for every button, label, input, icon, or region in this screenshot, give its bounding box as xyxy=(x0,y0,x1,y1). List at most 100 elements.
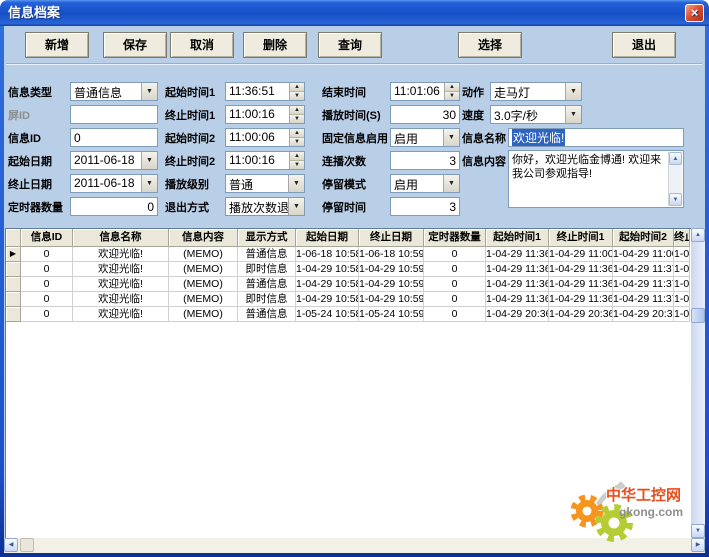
query-button[interactable]: 查询 xyxy=(318,32,382,58)
scroll-up-icon[interactable]: ▲ xyxy=(669,152,682,165)
grid-cell[interactable]: 欢迎光临! xyxy=(73,247,169,262)
spin-up-icon[interactable]: ▲ xyxy=(290,106,304,115)
grid-cell[interactable]: 1-04-29 10:58 xyxy=(296,277,359,292)
grid-header-cell[interactable]: 起始日期 xyxy=(296,229,359,247)
grid-cell[interactable]: 1-04-29 10:58 xyxy=(296,262,359,277)
grid-cell[interactable]: 1-06-18 10:59 xyxy=(359,247,424,262)
grid-cell[interactable]: 欢迎光临! xyxy=(73,262,169,277)
grid-cell[interactable]: 普通信息 xyxy=(238,307,296,322)
grid-cell[interactable]: 1-04-29 11:36 xyxy=(486,277,549,292)
grid-cell[interactable]: 0 xyxy=(21,307,73,322)
row-selector-cell[interactable] xyxy=(6,262,21,277)
row-selector-cell[interactable] xyxy=(6,307,21,322)
stay-mode-combo[interactable]: 启用 ▼ xyxy=(390,174,460,193)
chevron-down-icon[interactable]: ▼ xyxy=(141,152,157,169)
grid-header-cell[interactable]: 终止日期 xyxy=(359,229,424,247)
grid-cell[interactable]: 1-04 xyxy=(674,277,690,292)
grid-cell[interactable]: 1-04 xyxy=(674,247,690,262)
grid-row[interactable]: ▶0欢迎光临!(MEMO)普通信息1-06-18 10:581-06-18 10… xyxy=(6,247,691,262)
spin-up-icon[interactable]: ▲ xyxy=(290,83,304,92)
select-button[interactable]: 选择 xyxy=(458,32,522,58)
stop-time1-spinner[interactable]: 11:00:16 ▲▼ xyxy=(225,105,305,124)
spin-up-icon[interactable]: ▲ xyxy=(290,152,304,161)
grid-cell[interactable]: 普通信息 xyxy=(238,277,296,292)
grid-cell[interactable]: 1-04-29 11:00 xyxy=(549,247,613,262)
grid-cell[interactable]: 1-04-29 11:36 xyxy=(486,247,549,262)
delete-button[interactable]: 删除 xyxy=(243,32,307,58)
start-time2-spinner[interactable]: 11:00:06 ▲▼ xyxy=(225,128,305,147)
grid-header-cell[interactable]: 显示方式 xyxy=(238,229,296,247)
grid-row[interactable]: 0欢迎光临!(MEMO)普通信息1-04-29 10:581-04-29 10:… xyxy=(6,277,691,292)
scroll-left-icon[interactable]: ◀ xyxy=(4,538,18,552)
end-date-combo[interactable]: 2011-06-18 ▼ xyxy=(70,174,158,193)
grid-header-cell[interactable]: 信息ID xyxy=(21,229,73,247)
spin-down-icon[interactable]: ▼ xyxy=(445,92,459,100)
chevron-down-icon[interactable]: ▼ xyxy=(288,198,304,215)
info-type-combo[interactable]: 普通信息 ▼ xyxy=(70,82,158,101)
grid-cell[interactable]: 1-04-29 11:36 xyxy=(486,292,549,307)
grid-cell[interactable]: 0 xyxy=(424,262,486,277)
stay-time-field[interactable]: 3 xyxy=(390,197,460,216)
exit-mode-combo[interactable]: 播放次数退出 ▼ xyxy=(225,197,305,216)
grid-row[interactable]: 0欢迎光临!(MEMO)即时信息1-04-29 10:581-04-29 10:… xyxy=(6,262,691,277)
start-date-combo[interactable]: 2011-06-18 ▼ xyxy=(70,151,158,170)
stop-time2-spinner[interactable]: 11:00:16 ▲▼ xyxy=(225,151,305,170)
grid-cell[interactable]: 1-04-29 10:59 xyxy=(359,292,424,307)
close-icon[interactable]: × xyxy=(685,4,704,22)
grid-cell[interactable]: 1-06-18 10:58 xyxy=(296,247,359,262)
screen-id-field[interactable] xyxy=(70,105,158,124)
grid-cell[interactable]: 普通信息 xyxy=(238,247,296,262)
grid-cell[interactable]: 1-04-29 20:36 xyxy=(486,307,549,322)
grid-row[interactable]: 0欢迎光临!(MEMO)普通信息1-05-24 10:581-05-24 10:… xyxy=(6,307,691,322)
grid-cell[interactable]: (MEMO) xyxy=(169,292,238,307)
grid-cell[interactable]: 1-04-29 10:59 xyxy=(359,277,424,292)
cancel-button[interactable]: 取消 xyxy=(170,32,234,58)
grid-header-cell[interactable]: 信息名称 xyxy=(73,229,169,247)
grid-cell[interactable]: 1-04-29 10:59 xyxy=(359,262,424,277)
new-button[interactable]: 新增 xyxy=(25,32,89,58)
spin-down-icon[interactable]: ▼ xyxy=(290,161,304,169)
grid-header-cell[interactable]: 信息内容 xyxy=(169,229,238,247)
title-bar[interactable]: 信息档案 × xyxy=(0,0,709,26)
grid-cell[interactable]: 1-04-29 11:37 xyxy=(613,262,674,277)
grid-cell[interactable]: 1-04-29 11:00 xyxy=(613,247,674,262)
grid-cell[interactable]: 1-04-29 11:37 xyxy=(613,292,674,307)
spin-down-icon[interactable]: ▼ xyxy=(290,92,304,100)
grid-header-cell[interactable]: 起始时间1 xyxy=(486,229,549,247)
info-content-textarea[interactable]: 你好，欢迎光临金博通! 欢迎来我公司参观指导! ▲ ▼ xyxy=(508,150,684,208)
grid-cell[interactable]: 欢迎光临! xyxy=(73,292,169,307)
grid-header-cell[interactable]: 终止时间1 xyxy=(549,229,613,247)
grid-cell[interactable]: 0 xyxy=(424,307,486,322)
chevron-down-icon[interactable]: ▼ xyxy=(443,175,459,192)
grid-cell[interactable]: 1-04 xyxy=(674,262,690,277)
fixed-info-enable-combo[interactable]: 启用 ▼ xyxy=(390,128,460,147)
grid-cell[interactable]: 1-05-24 10:59 xyxy=(359,307,424,322)
grid-cell[interactable]: (MEMO) xyxy=(169,277,238,292)
textarea-scrollbar[interactable]: ▲ ▼ xyxy=(668,152,682,206)
grid-cell[interactable]: 0 xyxy=(21,247,73,262)
timer-count-field[interactable]: 0 xyxy=(70,197,158,216)
chevron-down-icon[interactable]: ▼ xyxy=(288,175,304,192)
row-selector-cell[interactable] xyxy=(6,292,21,307)
grid-cell[interactable]: 即时信息 xyxy=(238,262,296,277)
grid-cell[interactable]: 欢迎光临! xyxy=(73,307,169,322)
grid-cell[interactable]: 0 xyxy=(21,262,73,277)
exit-button[interactable]: 退出 xyxy=(612,32,676,58)
grid-cell[interactable]: (MEMO) xyxy=(169,262,238,277)
grid-header-cell[interactable]: 定时器数量 xyxy=(424,229,486,247)
grid-cell[interactable]: 欢迎光临! xyxy=(73,277,169,292)
grid-cell[interactable]: 0 xyxy=(424,247,486,262)
row-selector-cell[interactable] xyxy=(6,277,21,292)
speed-combo[interactable]: 3.0字/秒 ▼ xyxy=(490,105,582,124)
grid-cell[interactable]: 1-04-29 11:36 xyxy=(549,292,613,307)
vertical-scroll-thumb[interactable] xyxy=(691,308,705,323)
play-level-combo[interactable]: 普通 ▼ xyxy=(225,174,305,193)
spin-down-icon[interactable]: ▼ xyxy=(290,138,304,146)
grid-cell[interactable]: 1-04-29 10:58 xyxy=(296,292,359,307)
spin-up-icon[interactable]: ▲ xyxy=(445,83,459,92)
action-combo[interactable]: 走马灯 ▼ xyxy=(490,82,582,101)
grid-cell[interactable]: 0 xyxy=(21,292,73,307)
play-seconds-field[interactable]: 30 xyxy=(390,105,460,124)
grid-cell[interactable]: 即时信息 xyxy=(238,292,296,307)
grid-cell[interactable]: 1-04 xyxy=(674,292,690,307)
